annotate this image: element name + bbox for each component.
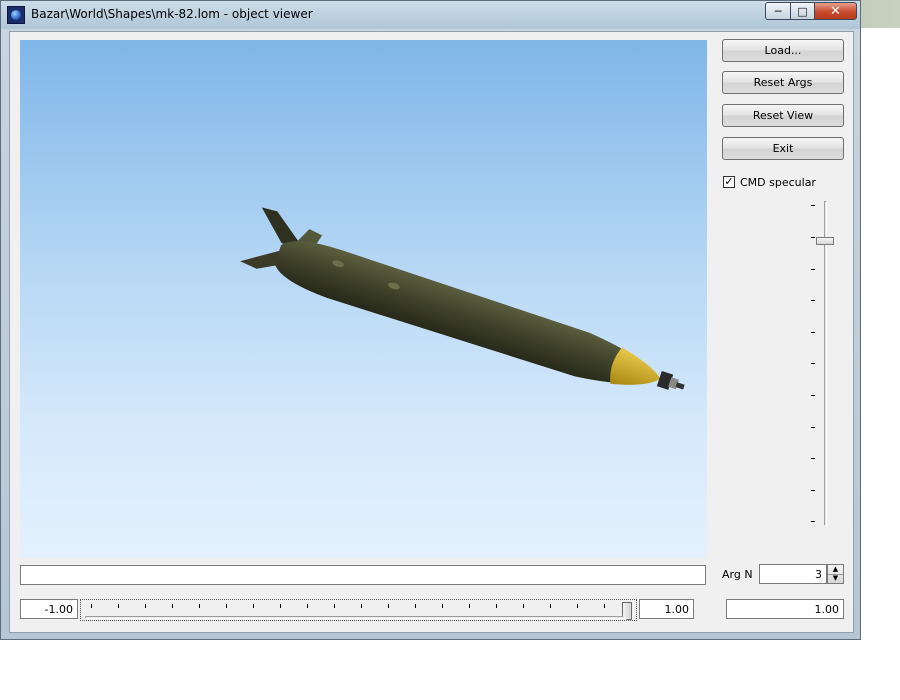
- slider-tick: [442, 604, 443, 608]
- arg-value-slider[interactable]: [80, 599, 637, 621]
- exit-button[interactable]: Exit: [722, 137, 844, 160]
- load-button[interactable]: Load...: [722, 39, 844, 62]
- vertical-slider-tick: [811, 521, 815, 522]
- slider-tick: [307, 604, 308, 608]
- globe-app-icon[interactable]: [7, 6, 25, 24]
- arg-n-input[interactable]: 3: [759, 564, 827, 584]
- vertical-slider-tick: [811, 427, 815, 428]
- spin-down-icon[interactable]: ▼: [828, 574, 843, 583]
- slider-tick: [577, 604, 578, 608]
- range-max-field[interactable]: 1.00: [639, 599, 694, 619]
- close-icon: ✕: [830, 3, 841, 19]
- vertical-slider-thumb[interactable]: [816, 237, 834, 245]
- window-title: Bazar\World\Shapes\mk-82.lom - object vi…: [31, 7, 313, 21]
- arg-n-label: Arg N: [722, 568, 753, 581]
- vertical-slider-tick: [811, 237, 815, 238]
- vertical-slider-track[interactable]: [824, 201, 827, 526]
- reset-args-button[interactable]: Reset Args: [722, 71, 844, 94]
- slider-tick: [145, 604, 146, 608]
- slider-tick: [253, 604, 254, 608]
- slider-tick: [172, 604, 173, 608]
- slider-tick: [226, 604, 227, 608]
- vertical-slider-tick: [811, 395, 815, 396]
- slider-tick: [604, 604, 605, 608]
- range-min-field[interactable]: -1.00: [20, 599, 78, 619]
- slider-tick: [388, 604, 389, 608]
- maximize-button[interactable]: □: [790, 2, 815, 20]
- slider-tick: [496, 604, 497, 608]
- slider-tick: [469, 604, 470, 608]
- slider-tick: [361, 604, 362, 608]
- vertical-slider-tick: [811, 332, 815, 333]
- minimize-icon: ─: [774, 4, 782, 18]
- slider-tick: [91, 604, 92, 608]
- current-value-field[interactable]: 1.00: [726, 599, 844, 619]
- close-button[interactable]: ✕: [814, 2, 857, 20]
- slider-tick: [550, 604, 551, 608]
- vertical-slider-tick: [811, 269, 815, 270]
- vertical-slider-tick: [811, 490, 815, 491]
- title-bar[interactable]: Bazar\World\Shapes\mk-82.lom - object vi…: [1, 1, 860, 29]
- 3d-viewport[interactable]: [20, 40, 707, 558]
- specular-checkbox[interactable]: ✓: [723, 176, 735, 188]
- arg-n-spinner[interactable]: ▲ ▼: [827, 564, 844, 584]
- slider-tick: [523, 604, 524, 608]
- bomb-model: [240, 207, 685, 390]
- vertical-slider-tick: [811, 363, 815, 364]
- vertical-slider-tick: [811, 300, 815, 301]
- slider-tick: [280, 604, 281, 608]
- specular-label: CMD specular: [740, 176, 816, 189]
- slider-tick: [199, 604, 200, 608]
- minimize-button[interactable]: ─: [765, 2, 791, 20]
- slider-tick: [334, 604, 335, 608]
- object-viewer-window: Bazar\World\Shapes\mk-82.lom - object vi…: [0, 0, 861, 640]
- checkmark-icon: ✓: [724, 175, 734, 188]
- slider-tick: [415, 604, 416, 608]
- vertical-slider-tick: [811, 458, 815, 459]
- status-field[interactable]: [20, 565, 706, 585]
- vertical-slider-tick: [811, 205, 815, 206]
- slider-track[interactable]: [85, 616, 631, 619]
- reset-view-button[interactable]: Reset View: [722, 104, 844, 127]
- maximize-icon: □: [797, 4, 808, 18]
- slider-tick: [118, 604, 119, 608]
